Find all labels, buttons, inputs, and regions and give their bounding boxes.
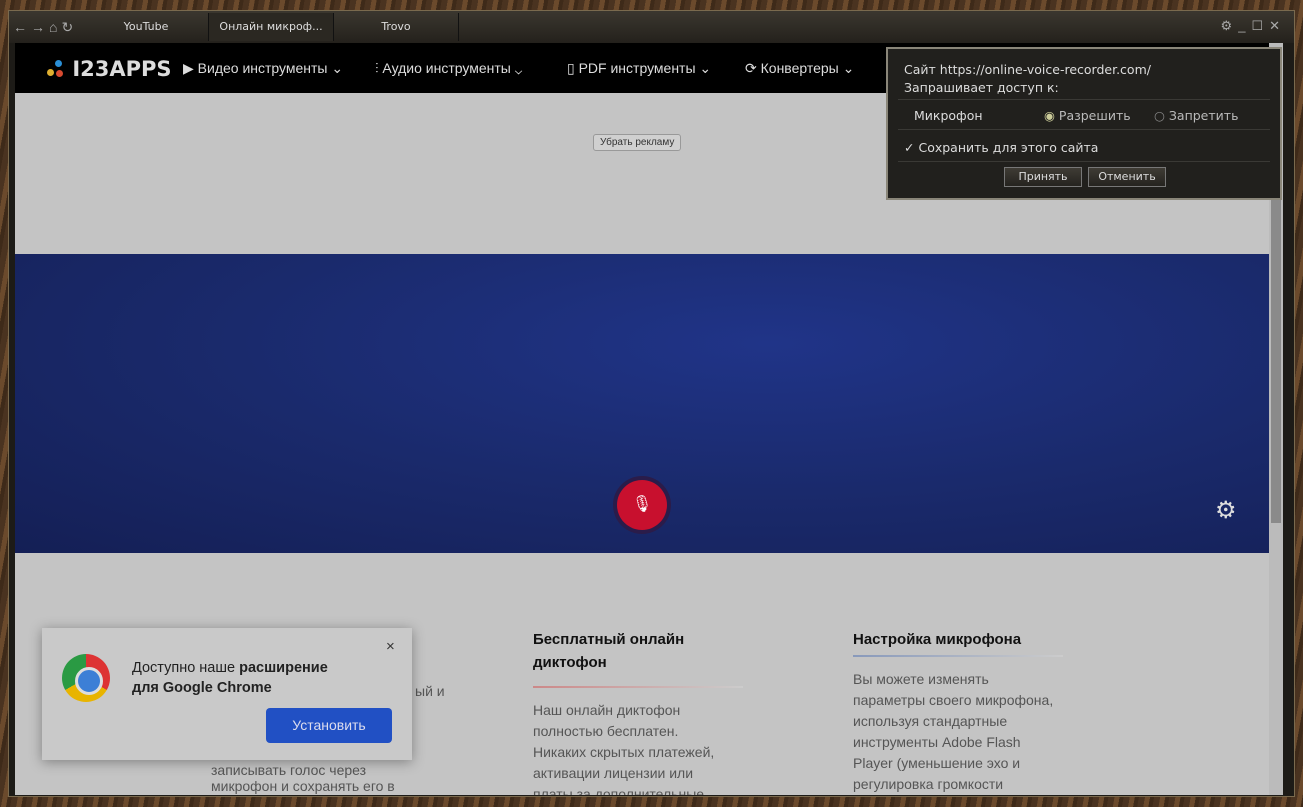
cancel-button[interactable]: Отменить <box>1088 167 1166 187</box>
intro-line: записывать голос через <box>211 762 367 778</box>
close-icon[interactable]: ✕ <box>1269 18 1286 33</box>
tab-trovo[interactable]: Trovo <box>334 13 459 41</box>
remove-ads-button[interactable]: Убрать рекламу <box>593 134 682 151</box>
nav-pdf[interactable]: ▯ PDF инструменты ⌄ <box>567 60 711 77</box>
intro-line: ый и <box>415 683 445 699</box>
dialog-site: Сайт https://online-voice-recorder.com/ <box>904 62 1151 77</box>
convert-icon: ⟳ <box>745 60 761 76</box>
minimize-icon[interactable]: _ <box>1238 18 1251 33</box>
chrome-logo-icon <box>62 654 110 702</box>
column-settings: Настройка микрофона Вы можете изменять па… <box>853 628 1063 795</box>
logo-dots-icon <box>45 60 65 80</box>
accept-button[interactable]: Принять <box>1004 167 1082 187</box>
nav-converters[interactable]: ⟳ Конвертеры ⌄ <box>745 60 854 77</box>
forward-icon[interactable]: → <box>31 19 49 35</box>
tab-bar: ←→⌂↻ YouTube Онлайн микроф... Trovo ⚙_☐✕ <box>9 11 1294 43</box>
device-label: Микрофон <box>914 108 983 123</box>
checkbox-checked-icon: ✓ <box>904 140 915 155</box>
logo-text: I23APPS <box>72 57 172 81</box>
deny-radio[interactable]: ○ Запретить <box>1154 108 1238 123</box>
column-title: Настройка микрофона <box>853 631 1022 648</box>
radio-unchecked-icon: ○ <box>1154 108 1165 123</box>
tab-youtube[interactable]: YouTube <box>84 13 209 41</box>
radio-checked-icon: ◉ <box>1044 108 1055 123</box>
install-button[interactable]: Установить <box>266 708 392 743</box>
intro-line: микрофон и сохранять его в <box>211 778 395 794</box>
record-button[interactable]: 🎙 <box>617 480 667 530</box>
nav-audio[interactable]: ⫶ Аудио инструменты ⌄ <box>375 60 522 77</box>
permission-dialog: Сайт https://online-voice-recorder.com/ … <box>886 47 1282 200</box>
popup-message: Доступно наше расширение для Google Chrom… <box>132 660 328 696</box>
remember-checkbox[interactable]: ✓ Сохранить для этого сайта <box>904 140 1098 155</box>
play-icon: ▶ <box>183 60 198 76</box>
tab-recorder[interactable]: Онлайн микроф... <box>209 13 334 41</box>
back-icon[interactable]: ← <box>13 19 31 35</box>
dialog-request: Запрашивает доступ к: <box>904 80 1059 95</box>
reload-icon[interactable]: ↻ <box>61 19 77 35</box>
maximize-icon[interactable]: ☐ <box>1251 18 1269 33</box>
column-free: Бесплатный онлайн диктофон Наш онлайн ди… <box>533 628 743 795</box>
column-title: Бесплатный онлайн диктофон <box>533 631 685 671</box>
recorder-banner: 🎙 ⚙ <box>15 254 1271 553</box>
document-icon: ▯ <box>567 60 579 76</box>
nav-video[interactable]: ▶ Видео инструменты ⌄ <box>183 60 343 77</box>
nav-buttons: ←→⌂↻ <box>13 19 77 36</box>
allow-radio[interactable]: ◉ Разрешить <box>1044 108 1131 123</box>
chrome-extension-popup: Доступно наше расширение для Google Chrom… <box>42 628 412 760</box>
logo[interactable]: I23APPS <box>45 57 172 81</box>
settings-icon[interactable]: ⚙ <box>1221 18 1239 33</box>
home-icon[interactable]: ⌂ <box>49 19 61 35</box>
microphone-icon: 🎙 <box>631 496 653 513</box>
popup-close-icon[interactable]: × <box>386 638 395 655</box>
settings-gear-icon[interactable]: ⚙ <box>1215 496 1237 525</box>
